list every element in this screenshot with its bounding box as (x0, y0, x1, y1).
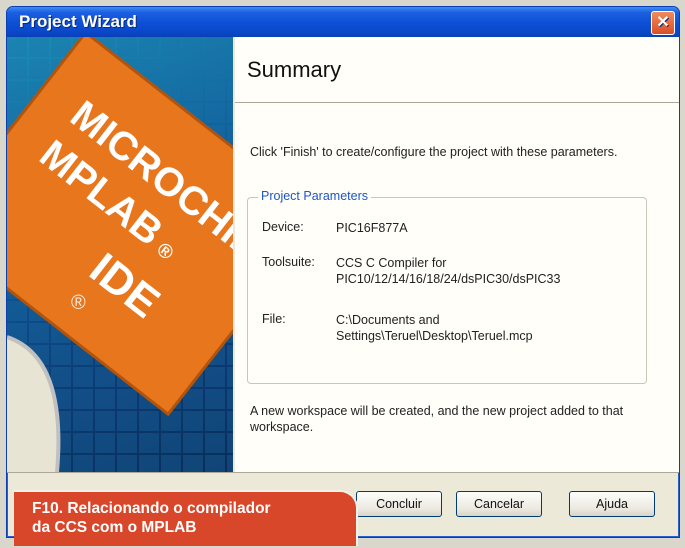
file-value: C:\Documents and Settings\Teruel\Desktop… (336, 313, 533, 343)
finish-button[interactable]: Concluir (356, 491, 442, 517)
caption-line-1: F10. Relacionando o compilador (32, 500, 271, 517)
group-title: Project Parameters (258, 189, 371, 203)
toolsuite-value: CCS C Compiler for PIC10/12/14/16/18/24/… (336, 256, 561, 286)
project-parameters-group: Project Parameters Device: PIC16F877A To… (247, 189, 647, 384)
footer-divider (7, 472, 679, 473)
title-bar[interactable]: Project Wizard ✕ (7, 7, 679, 37)
header-divider (235, 102, 679, 103)
file-label: File: (262, 312, 286, 326)
toolsuite-label: Toolsuite: (262, 255, 315, 269)
mplab-logo-art: MICROCHIP MPLAB ® IDE ® (7, 37, 233, 472)
window-title: Project Wizard (19, 12, 137, 31)
cancel-button[interactable]: Cancelar (456, 491, 542, 517)
figure-caption: F10. Relacionando o compilador da CCS co… (14, 490, 358, 546)
workspace-note: A new workspace will be created, and the… (250, 404, 624, 434)
device-value: PIC16F877A (336, 221, 408, 235)
registered-symbol: ® (71, 292, 86, 314)
device-label: Device: (262, 220, 304, 234)
caption-line-2: da CCS com o MPLAB (32, 519, 197, 536)
intro-text: Click 'Finish' to create/configure the p… (250, 145, 618, 159)
close-button[interactable]: ✕ (651, 11, 675, 35)
mplab-side-banner: MICROCHIP MPLAB ® IDE ® (7, 37, 233, 472)
project-wizard-window: Project Wizard ✕ MICROCHIP MPLAB ® IDE ® (6, 6, 680, 538)
help-button[interactable]: Ajuda (569, 491, 655, 517)
page-title: Summary (247, 57, 342, 82)
